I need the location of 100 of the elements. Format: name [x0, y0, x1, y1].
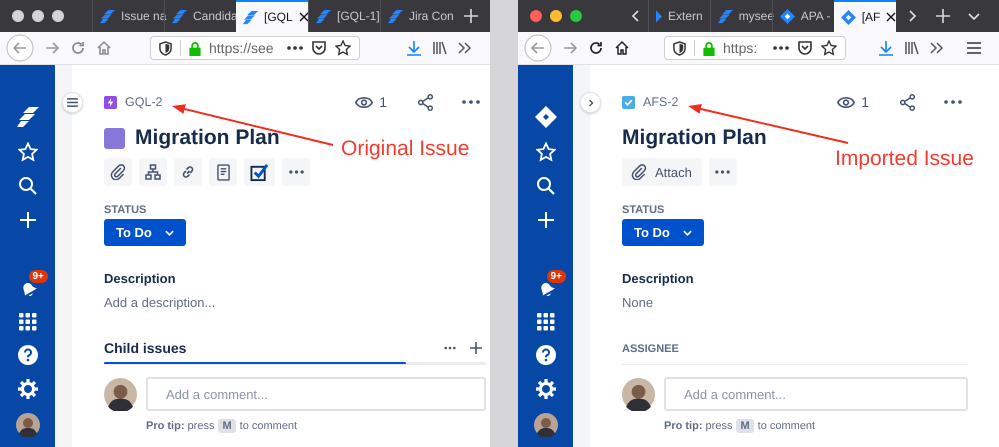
- attach-button[interactable]: Attach: [622, 158, 702, 186]
- sidebar-toggle-button[interactable]: [580, 92, 601, 113]
- field-label: STATUS: [104, 204, 148, 216]
- window-controls-icon[interactable]: [12, 10, 64, 22]
- browser-tab[interactable]: [AF: [834, 0, 896, 32]
- double-chevron-icon[interactable]: [458, 42, 472, 54]
- reload-icon[interactable]: [588, 40, 604, 56]
- section-heading: Description: [104, 271, 177, 287]
- watchers-button[interactable]: 1: [355, 94, 387, 110]
- paperclip-icon: [631, 164, 647, 180]
- status-dropdown[interactable]: To Do: [622, 219, 704, 246]
- more-button[interactable]: [282, 158, 310, 186]
- description-text[interactable]: Add a description...: [104, 295, 486, 311]
- issue-key-link[interactable]: AFS-2: [643, 95, 678, 109]
- pocket-icon[interactable]: [797, 40, 813, 56]
- share-icon[interactable]: [899, 94, 916, 110]
- stacked-arrows-icon: [100, 8, 115, 24]
- share-icon[interactable]: [417, 94, 434, 110]
- sidebar-toggle-button[interactable]: [62, 92, 83, 113]
- search-icon[interactable]: [536, 176, 556, 196]
- settings-icon[interactable]: [18, 379, 38, 399]
- avatar: [104, 378, 137, 410]
- attach-button[interactable]: [104, 158, 132, 186]
- pocket-icon[interactable]: [311, 40, 327, 56]
- stacked-arrows-icon: [388, 8, 403, 24]
- comment-field[interactable]: Add a comment...: [664, 377, 968, 411]
- stacked-arrows-icon[interactable]: [16, 106, 38, 128]
- more-icon[interactable]: [287, 46, 303, 50]
- eye-icon: [355, 96, 374, 108]
- window-controls-icon[interactable]: [530, 10, 582, 22]
- link-icon: [180, 164, 196, 180]
- issue-title[interactable]: Migration Plan: [622, 126, 767, 150]
- plus-icon[interactable]: [470, 342, 482, 354]
- lock-icon: [703, 40, 715, 56]
- checklist-icon: [250, 162, 269, 182]
- epic-swatch: [104, 128, 125, 148]
- library-icon[interactable]: [904, 40, 920, 56]
- back-button[interactable]: [6, 34, 34, 62]
- stacked-arrows-icon: [172, 8, 187, 24]
- hierarchy-icon: [145, 164, 161, 180]
- avatar[interactable]: [534, 413, 558, 437]
- notification-badge: 9+: [28, 270, 48, 283]
- watchers-button[interactable]: 1: [837, 94, 869, 110]
- section-heading: Description: [622, 271, 695, 287]
- menu-icon: [67, 98, 78, 107]
- more-icon[interactable]: [944, 100, 962, 104]
- diamond-icon: [840, 10, 856, 24]
- issue-key-link[interactable]: GQL-2: [125, 95, 163, 109]
- forward-icon[interactable]: [562, 40, 578, 56]
- eye-icon: [837, 96, 856, 108]
- description-text[interactable]: None: [622, 295, 968, 311]
- more-icon[interactable]: [773, 46, 789, 50]
- lock-icon: [189, 40, 201, 56]
- library-icon[interactable]: [432, 40, 448, 56]
- link-button[interactable]: [174, 158, 202, 186]
- more-icon[interactable]: [462, 100, 480, 104]
- page-button[interactable]: [209, 158, 237, 186]
- star-icon[interactable]: [821, 40, 837, 56]
- comment-field[interactable]: Add a comment...: [146, 377, 486, 411]
- chevron-down-icon: [164, 230, 174, 236]
- download-icon[interactable]: [406, 40, 422, 56]
- apps-grid-icon[interactable]: [18, 313, 36, 331]
- section-heading: Child issues: [104, 340, 186, 356]
- search-icon[interactable]: [18, 176, 38, 196]
- home-icon[interactable]: [614, 40, 630, 56]
- address-bar[interactable]: https:: [664, 36, 846, 60]
- chevron-down-icon: [682, 230, 692, 236]
- checklist-button[interactable]: [244, 158, 275, 186]
- issue-title[interactable]: Migration Plan: [135, 126, 280, 150]
- more-button[interactable]: [708, 158, 737, 186]
- child-button[interactable]: [139, 158, 167, 186]
- diamond-icon[interactable]: [534, 106, 556, 128]
- document-icon: [216, 164, 230, 180]
- address-bar[interactable]: https://see: [150, 36, 360, 60]
- apps-grid-icon[interactable]: [536, 313, 554, 331]
- help-icon[interactable]: [536, 345, 556, 365]
- more-icon[interactable]: [444, 346, 456, 350]
- forward-icon[interactable]: [44, 40, 60, 56]
- menu-icon[interactable]: [966, 41, 982, 55]
- stacked-arrows-icon: [316, 8, 331, 24]
- close-icon[interactable]: [886, 12, 896, 22]
- double-chevron-icon[interactable]: [930, 42, 944, 54]
- status-dropdown[interactable]: To Do: [104, 219, 186, 246]
- annotation-label: Original Issue: [341, 137, 470, 161]
- notification-badge: 9+: [546, 270, 566, 283]
- tip-text: to comment: [758, 419, 816, 433]
- avatar[interactable]: [16, 413, 40, 437]
- keyboard-key: M: [218, 419, 236, 433]
- browser-tab[interactable]: [GQL: [236, 0, 308, 32]
- tip-text: to comment: [240, 419, 298, 433]
- star-icon[interactable]: [335, 40, 351, 56]
- checkbox-icon: [622, 96, 635, 108]
- field-label: ASSIGNEE: [622, 343, 680, 355]
- close-icon[interactable]: [298, 12, 309, 22]
- shield-icon: [673, 40, 686, 56]
- download-icon[interactable]: [878, 40, 894, 56]
- back-button[interactable]: [524, 34, 552, 62]
- settings-icon[interactable]: [536, 379, 556, 399]
- help-icon[interactable]: [18, 345, 38, 365]
- paperclip-icon: [110, 164, 126, 180]
